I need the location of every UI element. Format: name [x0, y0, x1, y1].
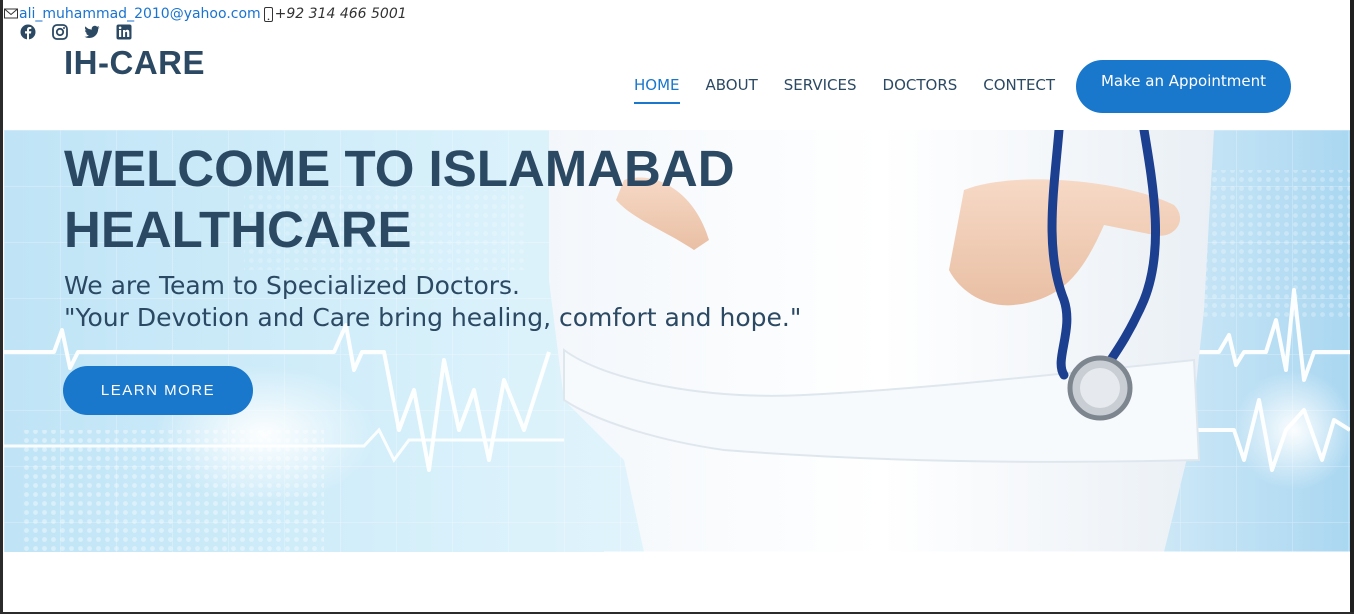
- hero-title-line-2: HEALTHCARE: [64, 201, 412, 258]
- contact-phone: +92 314 466 5001: [274, 6, 407, 22]
- learn-more-button[interactable]: LEARN MORE: [63, 366, 253, 415]
- social-links: [20, 24, 132, 40]
- hero-title: WELCOME TO ISLAMABAD HEALTHCARE: [64, 138, 824, 260]
- twitter-icon[interactable]: [84, 24, 100, 40]
- make-appointment-button[interactable]: Make an Appointment: [1076, 60, 1291, 113]
- hero-subtitle: We are Team to Specialized Doctors. "You…: [64, 270, 801, 334]
- nav-doctors[interactable]: DOCTORS: [883, 76, 958, 104]
- contact-email-link[interactable]: ali_muhammad_2010@yahoo.com: [19, 6, 261, 22]
- hero-section: WELCOME TO ISLAMABAD HEALTHCARE We are T…: [4, 130, 1350, 552]
- nav-about[interactable]: ABOUT: [706, 76, 758, 104]
- nav-home[interactable]: HOME: [634, 76, 680, 104]
- hero-title-line-1: WELCOME TO ISLAMABAD: [64, 140, 735, 197]
- contact-bar: ali_muhammad_2010@yahoo.com +92 314 466 …: [4, 4, 407, 24]
- mobile-phone-icon: [263, 6, 273, 22]
- facebook-icon[interactable]: [20, 24, 36, 40]
- nav-contact[interactable]: CONTECT: [983, 76, 1055, 104]
- window-right-border: [1350, 0, 1354, 614]
- instagram-icon[interactable]: [52, 24, 68, 40]
- site-header: IH-CARE HOME ABOUT SERVICES DOCTORS CONT…: [4, 44, 1350, 130]
- window-left-border: [0, 0, 3, 614]
- nav-services[interactable]: SERVICES: [784, 76, 857, 104]
- hero-subtitle-line-2: "Your Devotion and Care bring healing, c…: [64, 303, 802, 332]
- hero-subtitle-line-1: We are Team to Specialized Doctors.: [64, 271, 521, 300]
- main-nav: HOME ABOUT SERVICES DOCTORS CONTECT: [634, 76, 1081, 104]
- envelope-icon: [4, 8, 19, 20]
- linkedin-icon[interactable]: [116, 24, 132, 40]
- site-logo[interactable]: IH-CARE: [64, 44, 205, 82]
